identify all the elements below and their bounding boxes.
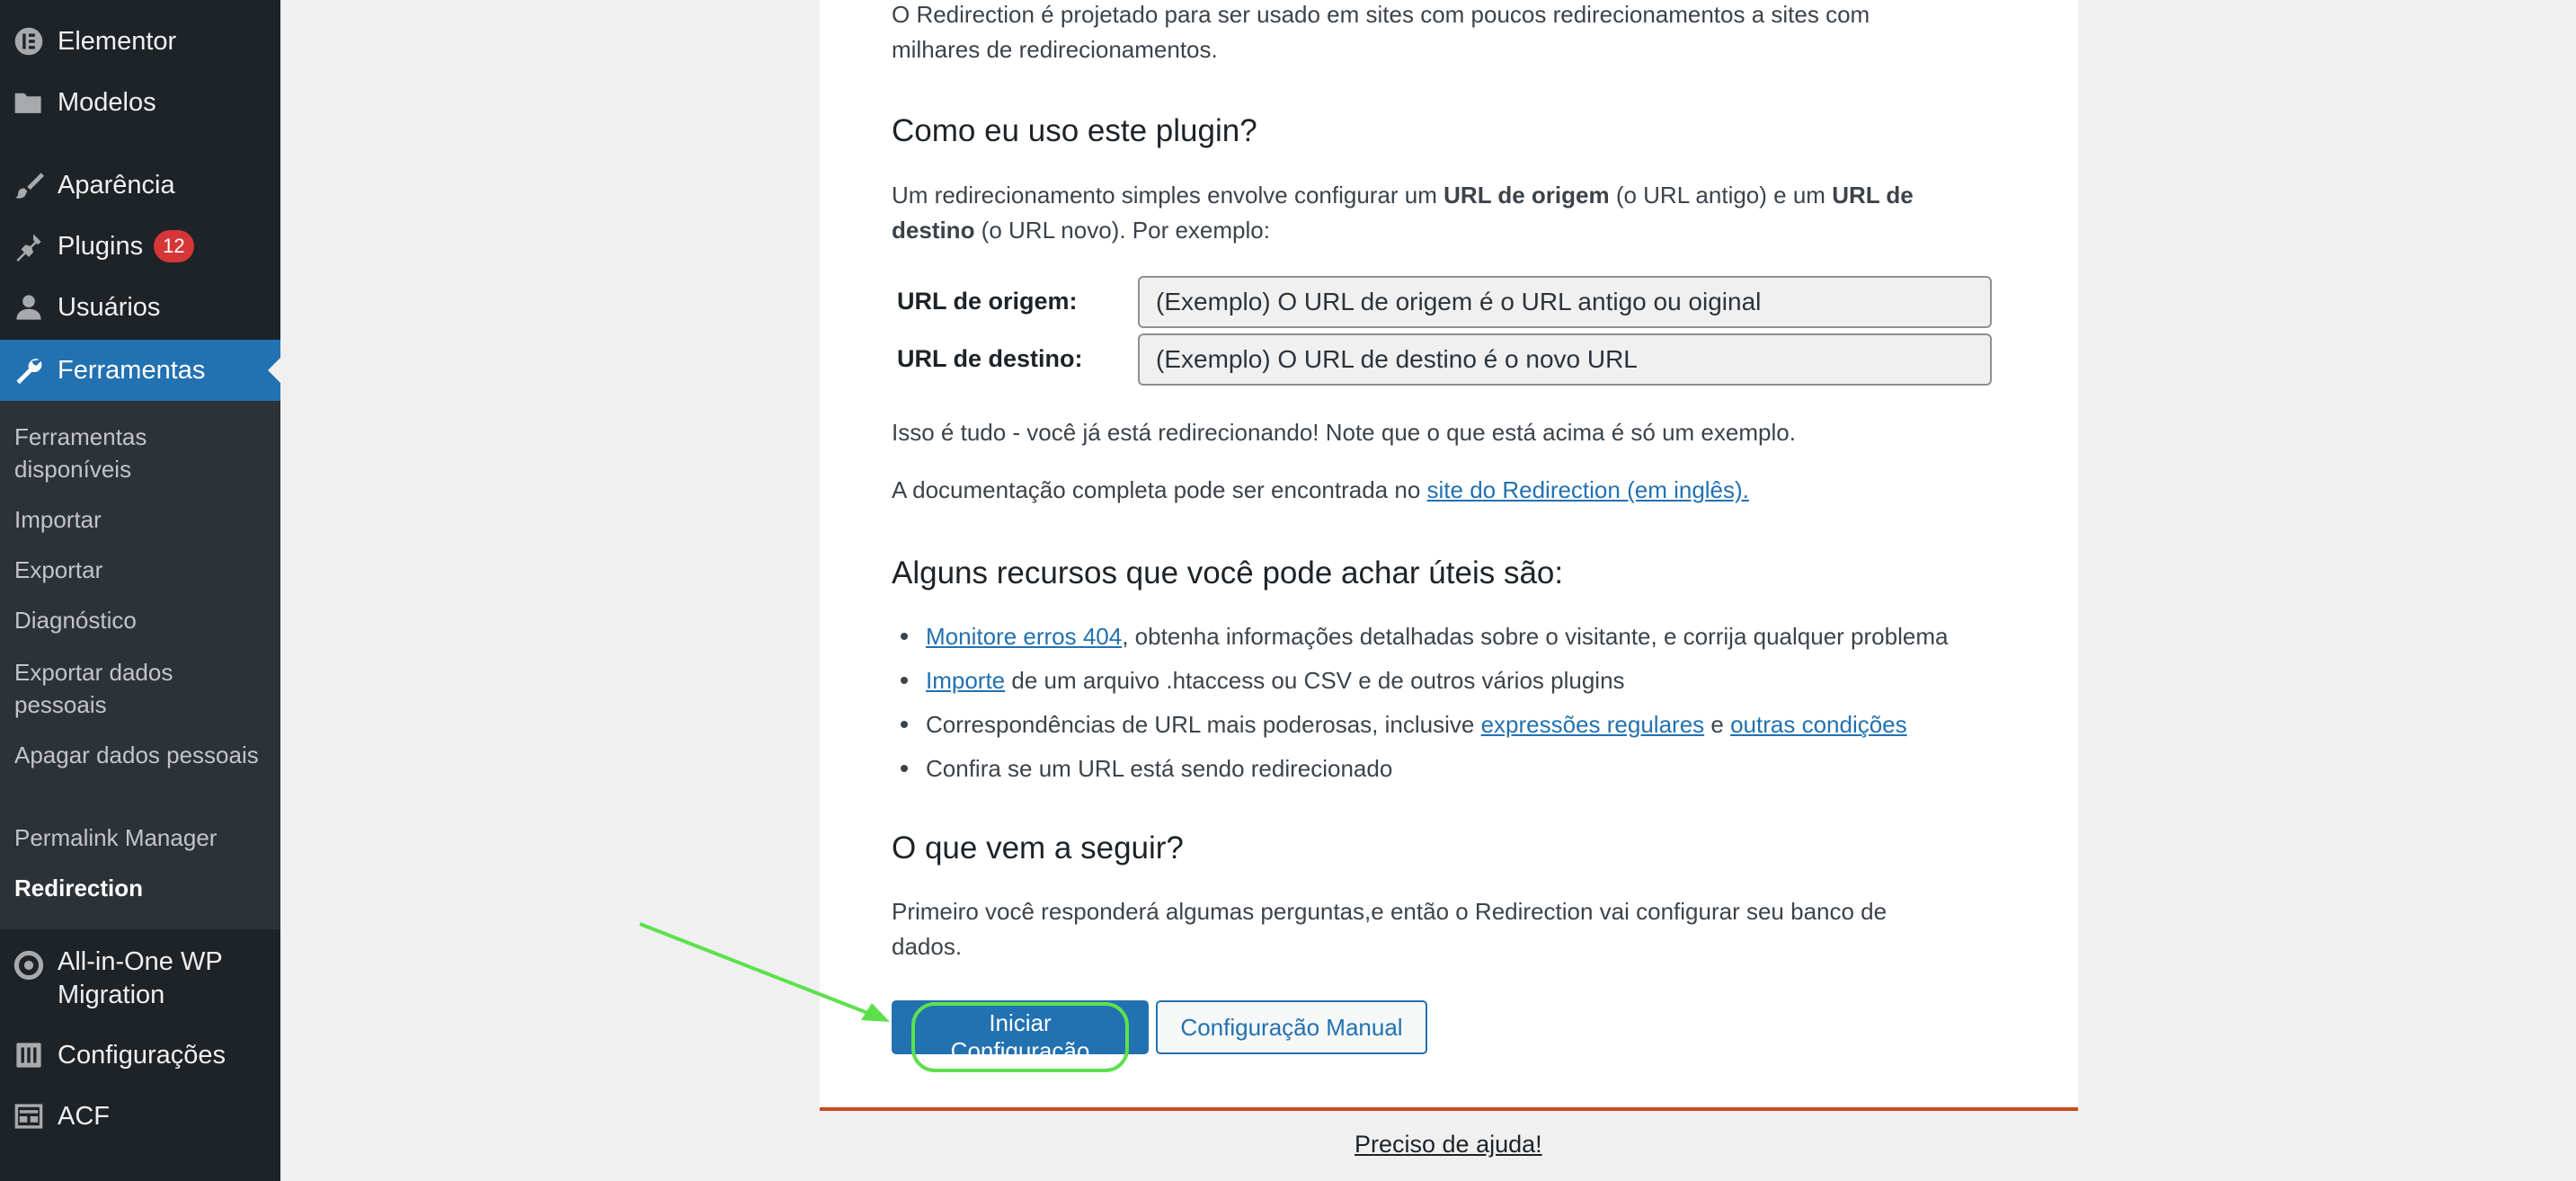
submenu-item-export-personal-data[interactable]: Exportar dados pessoais [14,656,266,721]
menu-item-acf[interactable]: ACF [0,1088,280,1145]
how-text-bold-target: URL de [1832,182,1914,209]
annotation-arrow-icon [639,922,890,1022]
start-setup-button[interactable]: Iniciar Configuração [892,1000,1149,1072]
documentation-text-part: A documentação completa pode ser encontr… [892,476,1427,503]
regular-expressions-link[interactable]: expressões regulares [1481,711,1705,738]
tools-submenu: Ferramentas disponíveis Importar Exporta… [0,401,280,929]
menu-item-label: ACF [58,1101,110,1131]
list-item: Importe de um arquivo .htaccess ou CSV e… [900,661,1948,705]
help-link[interactable]: Preciso de ajuda! [1355,1131,1542,1159]
how-text-part: (o URL antigo) e um [1609,182,1833,209]
manual-setup-button[interactable]: Configuração Manual [1156,1000,1427,1054]
heading-features: Alguns recursos que você pode achar útei… [892,555,1564,590]
elementor-icon [0,13,58,70]
folder-icon [0,74,58,131]
how-text-part: (o URL novo). Por exemplo: [974,217,1270,244]
submenu-item-redirection[interactable]: Redirection [14,872,266,904]
next-text-line-1: Primeiro você responderá algumas pergunt… [892,898,1888,925]
update-count-badge: 12 [154,230,194,262]
next-text-line-2: dados. [892,933,963,960]
submenu-item-export[interactable]: Exportar [14,554,266,586]
documentation-text: A documentação completa pode ser encontr… [892,473,1749,508]
menu-item-label: Configurações [58,1040,226,1070]
menu-item-all-in-one-wp-migration[interactable]: All-in-One WP Migration [0,946,280,1009]
list-item: Correspondências de URL mais poderosas, … [900,705,1948,749]
intro-text-line-1: O Redirection é projetado para ser usado… [892,1,1870,28]
thats-all-text: Isso é tudo - você já está redirecionand… [892,419,1796,446]
menu-item-configuracoes[interactable]: Configurações [0,1026,280,1084]
feature-text: Correspondências de URL mais poderosas, … [926,711,1481,738]
submenu-item-erase-personal-data[interactable]: Apagar dados pessoais [14,739,266,771]
menu-item-aparencia[interactable]: Aparência [0,156,280,214]
feature-text: de um arquivo .htaccess ou CSV e de outr… [1005,667,1625,694]
features-list: Monitore erros 404, obtenha informações … [900,617,1949,793]
menu-item-label: Elementor [58,26,177,56]
feature-text: Confira se um URL está sendo redireciona… [926,755,1393,782]
menu-item-label: Usuários [58,292,161,322]
migration-icon [0,946,58,985]
heading-whats-next: O que vem a seguir? [892,830,1184,866]
how-text-bold-target-cont: destino [892,217,975,244]
menu-item-label: Modelos [58,87,156,117]
how-text-bold-source: URL de origem [1443,182,1610,209]
monitor-404-link[interactable]: Monitore erros 404 [926,623,1122,650]
settings-icon [0,1026,58,1084]
heading-how-to-use: Como eu uso este plugin? [892,113,1257,148]
import-link[interactable]: Importe [926,667,1005,694]
menu-item-label: Plugins [58,231,144,261]
menu-item-label: All-in-One WP Migration [58,947,223,1009]
how-text-line-1: Um redirecionamento simples envolve conf… [892,178,1914,213]
wrench-icon [0,342,58,399]
source-url-label: URL de origem: [897,288,1078,315]
plugin-icon [0,218,58,275]
source-url-field[interactable] [1138,276,1992,328]
menu-item-modelos[interactable]: Modelos [0,74,280,131]
other-conditions-link[interactable]: outras condições [1730,711,1907,738]
submenu-item-import[interactable]: Importar [14,503,266,536]
list-item: Confira se um URL está sendo redireciona… [900,749,1948,793]
submenu-item-site-health[interactable]: Diagnóstico [14,604,266,636]
feature-text: e [1704,711,1731,738]
redirection-site-link[interactable]: site do Redirection (em inglês). [1427,476,1749,503]
menu-item-label: Aparência [58,170,175,200]
how-text-part: Um redirecionamento simples envolve conf… [892,182,1444,209]
submenu-item-available-tools[interactable]: Ferramentas disponíveis [14,421,266,485]
acf-icon [0,1088,58,1145]
target-url-field[interactable] [1138,333,1992,386]
menu-item-usuarios[interactable]: Usuários [0,279,280,336]
target-url-label: URL de destino: [897,345,1083,372]
intro-text-line-2: milhares de redirecionamentos. [892,36,1218,63]
menu-item-elementor[interactable]: Elementor [0,13,280,70]
feature-text: , obtenha informações detalhadas sobre o… [1122,623,1949,650]
user-icon [0,279,58,336]
menu-item-label: Ferramentas [58,355,206,385]
paintbrush-icon [0,156,58,214]
start-setup-button-label: Iniciar Configuração [911,1002,1129,1072]
submenu-item-permalink-manager[interactable]: Permalink Manager [14,821,266,854]
how-text-line-2: destino (o URL novo). Por exemplo: [892,213,1270,248]
list-item: Monitore erros 404, obtenha informações … [900,617,1949,661]
admin-sidebar: Elementor Modelos Aparência Plugins 12 U… [0,0,280,1181]
menu-item-ferramentas[interactable]: Ferramentas [0,340,280,401]
menu-item-plugins[interactable]: Plugins 12 [0,218,280,275]
